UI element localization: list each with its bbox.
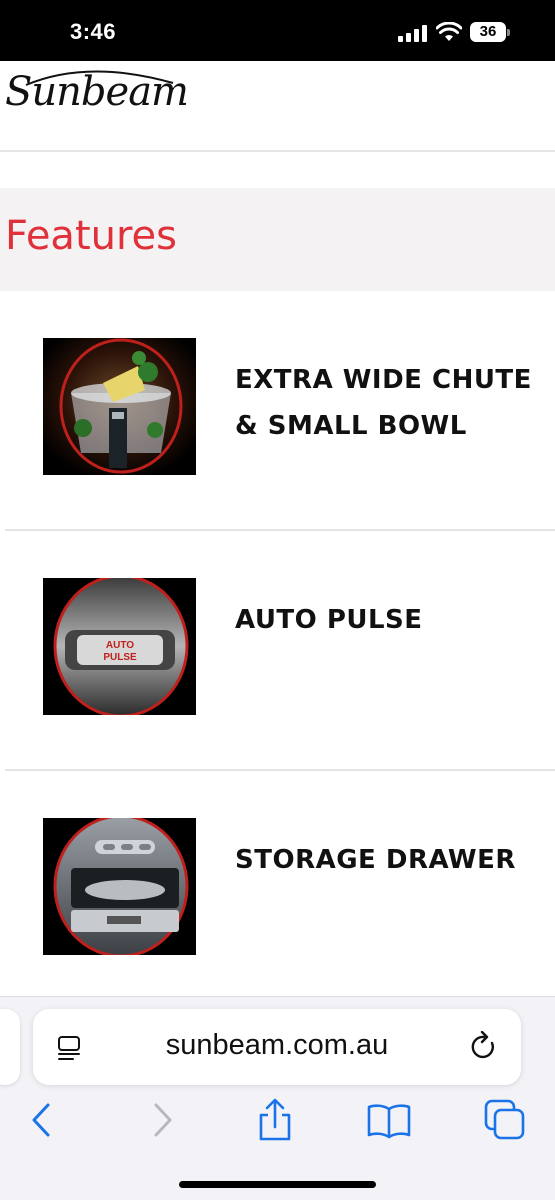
battery-icon: 36 xyxy=(470,22,510,42)
share-icon[interactable] xyxy=(252,1097,298,1143)
browser-toolbar: sunbeam.com.au xyxy=(0,996,555,1200)
feature-item-auto-pulse[interactable]: AUTO PULSE AUTO PULSE xyxy=(5,531,555,771)
bookmarks-icon[interactable] xyxy=(366,1097,412,1143)
back-icon[interactable] xyxy=(20,1097,66,1143)
svg-text:AUTO: AUTO xyxy=(106,640,134,651)
features-section-header: Features xyxy=(0,188,555,291)
home-indicator[interactable] xyxy=(179,1181,376,1188)
status-bar: 3:46 36 xyxy=(0,0,555,61)
tabs-icon[interactable] xyxy=(482,1097,528,1143)
previous-tab-preview[interactable] xyxy=(0,1009,20,1085)
feature-label[interactable]: EXTRA WIDE CHUTE & SMALL BOWL xyxy=(235,357,545,449)
status-time: 3:46 xyxy=(70,19,117,44)
reload-icon[interactable] xyxy=(469,1031,499,1063)
feature-item-storage-drawer[interactable]: STORAGE DRAWER xyxy=(5,771,555,1011)
wifi-icon xyxy=(436,22,462,41)
battery-level: 36 xyxy=(470,22,506,42)
chute-bowl-photo xyxy=(43,338,196,475)
auto-pulse-button-photo: AUTO PULSE xyxy=(43,578,196,715)
feature-label[interactable]: AUTO PULSE xyxy=(235,597,545,643)
sunbeam-logo[interactable]: Sunbeam xyxy=(5,69,189,115)
address-bar[interactable]: sunbeam.com.au xyxy=(33,1009,521,1085)
svg-text:PULSE: PULSE xyxy=(103,652,137,663)
forward-icon[interactable] xyxy=(138,1097,184,1143)
storage-drawer-photo xyxy=(43,818,196,955)
site-header: Sunbeam xyxy=(0,61,555,152)
feature-item-chute-bowl[interactable]: EXTRA WIDE CHUTE & SMALL BOWL xyxy=(5,291,555,531)
url-text[interactable]: sunbeam.com.au xyxy=(33,1029,521,1062)
features-title: Features xyxy=(5,213,177,259)
signal-icon xyxy=(398,25,428,42)
feature-label[interactable]: STORAGE DRAWER xyxy=(235,837,545,883)
